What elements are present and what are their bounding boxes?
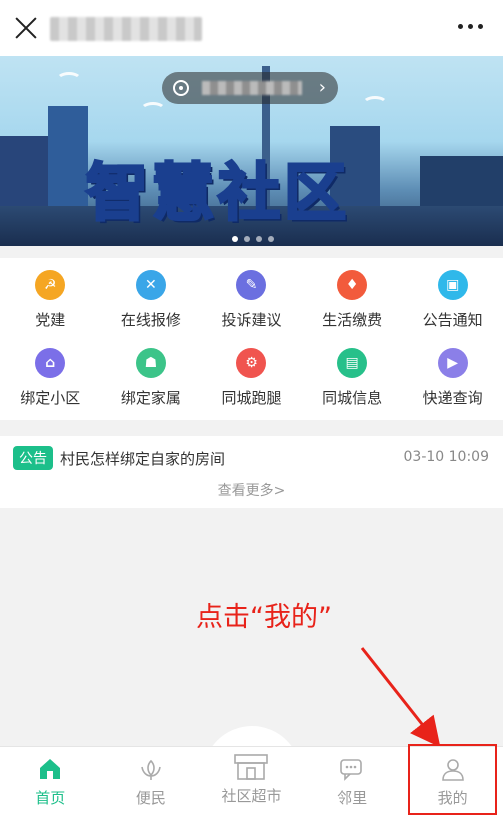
family-icon: ☗ xyxy=(135,348,166,378)
bottom-tab-bar: 首页 便民 社区超市 邻里 我的 xyxy=(0,746,503,818)
tab-label: 首页 xyxy=(35,789,66,807)
tab-store[interactable]: 社区超市 xyxy=(201,747,302,818)
menu-item[interactable]: ♦ 生活缴费 xyxy=(302,264,403,342)
menu-item-label: 同城跑腿 xyxy=(221,389,282,407)
wifi-icon xyxy=(362,96,388,112)
tab-chat[interactable]: 邻里 xyxy=(302,747,403,818)
carousel-dots xyxy=(232,236,274,242)
menu-item-label: 投诉建议 xyxy=(221,311,282,329)
menu-item[interactable]: ▤ 同城信息 xyxy=(302,342,403,420)
banner-carousel[interactable]: 智慧社区 › xyxy=(0,56,503,246)
tab-lotus[interactable]: 便民 xyxy=(101,747,202,818)
service-menu: ☭ 党建 ✕ 在线报修 ✎ 投诉建议 ♦ 生活缴费 ▣ 公告通知 ⌂ 绑定小区 ☗ 绑定家属 ⚙ 同城跑腿 ▤ 同… xyxy=(0,258,503,420)
tab-home[interactable]: 首页 xyxy=(0,747,101,818)
mini-program-page: 智慧社区 › ☭ 党建 ✕ 在线报修 ✎ 投诉建议 ♦ 生活缴费 ▣ 公告通知 ⌂ 绑定小区 ☗ 绑定家属… xyxy=(0,0,503,818)
view-more-link[interactable]: 查看更多> xyxy=(0,480,503,500)
menu-item-label: 绑定家属 xyxy=(120,389,181,407)
menu-item-label: 同城信息 xyxy=(322,389,383,407)
bag-icon: ▣ xyxy=(437,270,468,300)
blurred-location xyxy=(202,81,302,95)
tab-label: 社区超市 xyxy=(221,787,282,805)
notice-title[interactable]: 村民怎样绑定自家的房间 xyxy=(60,448,225,469)
wifi-icon xyxy=(140,102,166,118)
tab-label: 我的 xyxy=(437,789,468,807)
menu-item-label: 快递查询 xyxy=(422,389,483,407)
location-icon xyxy=(173,80,189,96)
menu-item[interactable]: ✎ 投诉建议 xyxy=(201,264,302,342)
truck-icon: ▶ xyxy=(437,348,468,378)
lotus-icon xyxy=(138,757,164,781)
notice-time: 03-10 10:09 xyxy=(403,449,489,465)
store-icon xyxy=(231,749,271,781)
wifi-icon xyxy=(56,72,82,88)
notice-board[interactable]: 公告 村民怎样绑定自家的房间 03-10 10:09 查看更多> xyxy=(0,436,503,508)
menu-item[interactable]: ⚙ 同城跑腿 xyxy=(201,342,302,420)
chat-icon xyxy=(339,757,365,781)
scooter-icon: ⚙ xyxy=(236,348,267,378)
menu-item[interactable]: ⌂ 绑定小区 xyxy=(0,342,101,420)
tab-label: 邻里 xyxy=(337,789,368,807)
tab-user[interactable]: 我的 xyxy=(402,747,503,818)
top-bar xyxy=(0,0,503,56)
user-icon xyxy=(440,757,466,781)
id-card-icon: ▤ xyxy=(337,348,368,378)
notice-tag: 公告 xyxy=(13,446,53,470)
menu-item-label: 公告通知 xyxy=(422,311,483,329)
close-icon[interactable] xyxy=(12,14,40,42)
menu-item[interactable]: ☗ 绑定家属 xyxy=(101,342,202,420)
banner-title: 智慧社区 xyxy=(84,155,351,231)
tab-label: 便民 xyxy=(135,789,166,807)
home-icon xyxy=(37,757,63,781)
menu-item[interactable]: ▣ 公告通知 xyxy=(402,264,503,342)
menu-item-label: 在线报修 xyxy=(120,311,181,329)
menu-item-label: 党建 xyxy=(35,311,66,329)
party-flag-icon: ☭ xyxy=(35,270,66,300)
community-icon: ⌂ xyxy=(35,348,66,378)
blurred-title xyxy=(50,17,202,41)
menu-item[interactable]: ☭ 党建 xyxy=(0,264,101,342)
more-menu-icon[interactable] xyxy=(458,24,483,29)
tools-icon: ✕ xyxy=(135,270,166,300)
menu-item[interactable]: ▶ 快递查询 xyxy=(402,342,503,420)
edit-icon: ✎ xyxy=(236,270,267,300)
menu-item-label: 生活缴费 xyxy=(322,311,383,329)
flame-icon: ♦ xyxy=(337,270,368,300)
menu-item-label: 绑定小区 xyxy=(20,389,81,407)
instruction-annotation: 点击“我的” xyxy=(196,602,332,633)
menu-item[interactable]: ✕ 在线报修 xyxy=(101,264,202,342)
location-selector[interactable]: › xyxy=(162,72,338,104)
chevron-right-icon: › xyxy=(318,77,326,98)
